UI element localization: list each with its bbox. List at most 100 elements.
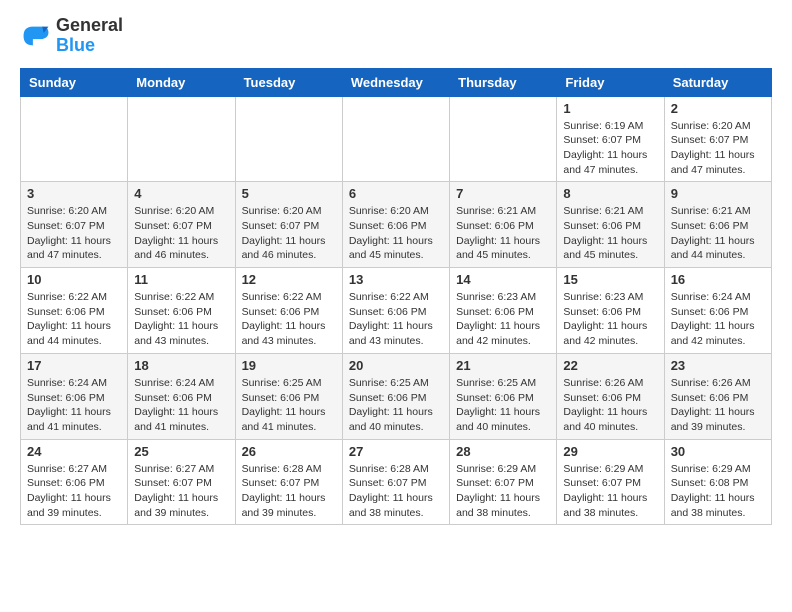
day-number: 17 — [27, 358, 121, 373]
calendar-cell: 24Sunrise: 6:27 AM Sunset: 6:06 PM Dayli… — [21, 439, 128, 525]
calendar-dow-sunday: Sunday — [21, 68, 128, 96]
day-info: Sunrise: 6:20 AM Sunset: 6:06 PM Dayligh… — [349, 204, 443, 263]
calendar-cell: 14 Sunrise: 6:23 AM Sunset: 6:06 PM Dayli… — [450, 268, 557, 354]
calendar-week-row: 17 Sunrise: 6:24 AM Sunset: 6:06 PM Dayli… — [21, 353, 772, 439]
calendar-cell: 15Sunrise: 6:23 AM Sunset: 6:06 PM Dayli… — [557, 268, 664, 354]
day-number: 23 — [671, 358, 765, 373]
calendar-cell: 12 Sunrise: 6:22 AM Sunset: 6:06 PM Dayli… — [235, 268, 342, 354]
day-number: 14 — [456, 272, 550, 287]
day-number: 30 — [671, 444, 765, 459]
day-number: 1 — [563, 101, 657, 116]
day-info: Sunrise: 6:19 AM Sunset: 6:07 PM Dayligh… — [563, 119, 657, 178]
calendar-cell: 10Sunrise: 6:22 AM Sunset: 6:06 PM Dayli… — [21, 268, 128, 354]
day-info: Sunrise: 6:21 AM Sunset: 6:06 PM Dayligh… — [671, 204, 765, 263]
day-number: 16 — [671, 272, 765, 287]
calendar-cell: 8 Sunrise: 6:21 AM Sunset: 6:06 PM Daylig… — [557, 182, 664, 268]
day-info: Sunrise: 6:20 AM Sunset: 6:07 PM Dayligh… — [27, 204, 121, 263]
day-number: 21 — [456, 358, 550, 373]
day-number: 10 — [27, 272, 121, 287]
calendar-cell — [450, 96, 557, 182]
calendar-dow-friday: Friday — [557, 68, 664, 96]
day-info: Sunrise: 6:21 AM Sunset: 6:06 PM Dayligh… — [456, 204, 550, 263]
day-info: Sunrise: 6:24 AM Sunset: 6:06 PM Dayligh… — [134, 376, 228, 435]
calendar-cell: 29Sunrise: 6:29 AM Sunset: 6:07 PM Dayli… — [557, 439, 664, 525]
calendar-dow-saturday: Saturday — [664, 68, 771, 96]
calendar-cell: 1 Sunrise: 6:19 AM Sunset: 6:07 PM Daylig… — [557, 96, 664, 182]
day-info: Sunrise: 6:29 AM Sunset: 6:07 PM Dayligh… — [563, 462, 657, 521]
day-info: Sunrise: 6:26 AM Sunset: 6:06 PM Dayligh… — [563, 376, 657, 435]
day-number: 13 — [349, 272, 443, 287]
calendar-cell: 25 Sunrise: 6:27 AM Sunset: 6:07 PM Dayli… — [128, 439, 235, 525]
day-info: Sunrise: 6:27 AM Sunset: 6:07 PM Dayligh… — [134, 462, 228, 521]
logo-line2: Blue — [56, 35, 95, 55]
calendar-cell: 13 Sunrise: 6:22 AM Sunset: 6:06 PM Dayli… — [342, 268, 449, 354]
logo: General Blue — [20, 16, 123, 56]
day-info: Sunrise: 6:23 AM Sunset: 6:06 PM Dayligh… — [563, 290, 657, 349]
day-info: Sunrise: 6:28 AM Sunset: 6:07 PM Dayligh… — [349, 462, 443, 521]
day-number: 25 — [134, 444, 228, 459]
calendar-week-row: 3 Sunrise: 6:20 AM Sunset: 6:07 PM Daylig… — [21, 182, 772, 268]
day-info: Sunrise: 6:23 AM Sunset: 6:06 PM Dayligh… — [456, 290, 550, 349]
logo-line1: General — [56, 16, 123, 36]
day-info: Sunrise: 6:20 AM Sunset: 6:07 PM Dayligh… — [134, 204, 228, 263]
calendar-cell: 2Sunrise: 6:20 AM Sunset: 6:07 PM Daylig… — [664, 96, 771, 182]
calendar-cell: 9 Sunrise: 6:21 AM Sunset: 6:06 PM Daylig… — [664, 182, 771, 268]
day-number: 9 — [671, 186, 765, 201]
calendar-week-row: 10 Sunrise: 6:22 AM Sunset: 6:06 PM Dayli… — [21, 268, 772, 354]
calendar-cell: 28Sunrise: 6:29 AM Sunset: 6:07 PM Dayli… — [450, 439, 557, 525]
calendar-cell: 16Sunrise: 6:24 AM Sunset: 6:06 PM Dayli… — [664, 268, 771, 354]
calendar-week-row: 1 Sunrise: 6:19 AM Sunset: 6:07 PM Daylig… — [21, 96, 772, 182]
logo-text: General Blue — [56, 16, 123, 56]
calendar-cell — [342, 96, 449, 182]
header: General Blue — [20, 16, 772, 56]
calendar-cell: 21 Sunrise: 6:25 AM Sunset: 6:06 PM Dayli… — [450, 353, 557, 439]
calendar-cell: 18Sunrise: 6:24 AM Sunset: 6:06 PM Dayli… — [128, 353, 235, 439]
day-number: 26 — [242, 444, 336, 459]
day-number: 28 — [456, 444, 550, 459]
day-number: 5 — [242, 186, 336, 201]
day-number: 24 — [27, 444, 121, 459]
day-info: Sunrise: 6:22 AM Sunset: 6:06 PM Dayligh… — [134, 290, 228, 349]
day-info: Sunrise: 6:22 AM Sunset: 6:06 PM Dayligh… — [349, 290, 443, 349]
calendar-cell: 5 Sunrise: 6:20 AM Sunset: 6:07 PM Daylig… — [235, 182, 342, 268]
calendar-dow-tuesday: Tuesday — [235, 68, 342, 96]
calendar-cell: 27Sunrise: 6:28 AM Sunset: 6:07 PM Dayli… — [342, 439, 449, 525]
calendar-cell: 6 Sunrise: 6:20 AM Sunset: 6:06 PM Daylig… — [342, 182, 449, 268]
day-number: 12 — [242, 272, 336, 287]
day-number: 11 — [134, 272, 228, 287]
calendar-cell — [21, 96, 128, 182]
calendar-dow-wednesday: Wednesday — [342, 68, 449, 96]
calendar-table: SundayMondayTuesdayWednesdayThursdayFrid… — [20, 68, 772, 526]
calendar-cell — [128, 96, 235, 182]
calendar-cell: 23Sunrise: 6:26 AM Sunset: 6:06 PM Dayli… — [664, 353, 771, 439]
day-info: Sunrise: 6:22 AM Sunset: 6:06 PM Dayligh… — [242, 290, 336, 349]
calendar-dow-thursday: Thursday — [450, 68, 557, 96]
calendar-cell — [235, 96, 342, 182]
calendar-cell: 11 Sunrise: 6:22 AM Sunset: 6:06 PM Dayli… — [128, 268, 235, 354]
day-number: 20 — [349, 358, 443, 373]
calendar-cell: 22 Sunrise: 6:26 AM Sunset: 6:06 PM Dayli… — [557, 353, 664, 439]
calendar-cell: 4 Sunrise: 6:20 AM Sunset: 6:07 PM Daylig… — [128, 182, 235, 268]
day-number: 7 — [456, 186, 550, 201]
day-number: 3 — [27, 186, 121, 201]
day-number: 8 — [563, 186, 657, 201]
calendar-dow-monday: Monday — [128, 68, 235, 96]
calendar-cell: 26Sunrise: 6:28 AM Sunset: 6:07 PM Dayli… — [235, 439, 342, 525]
calendar-cell: 19Sunrise: 6:25 AM Sunset: 6:06 PM Dayli… — [235, 353, 342, 439]
day-number: 22 — [563, 358, 657, 373]
day-info: Sunrise: 6:20 AM Sunset: 6:07 PM Dayligh… — [671, 119, 765, 178]
day-number: 6 — [349, 186, 443, 201]
calendar-week-row: 24Sunrise: 6:27 AM Sunset: 6:06 PM Dayli… — [21, 439, 772, 525]
calendar-cell: 20 Sunrise: 6:25 AM Sunset: 6:06 PM Dayli… — [342, 353, 449, 439]
day-info: Sunrise: 6:25 AM Sunset: 6:06 PM Dayligh… — [242, 376, 336, 435]
calendar-cell: 7 Sunrise: 6:21 AM Sunset: 6:06 PM Daylig… — [450, 182, 557, 268]
day-info: Sunrise: 6:21 AM Sunset: 6:06 PM Dayligh… — [563, 204, 657, 263]
day-info: Sunrise: 6:25 AM Sunset: 6:06 PM Dayligh… — [349, 376, 443, 435]
day-number: 4 — [134, 186, 228, 201]
day-info: Sunrise: 6:25 AM Sunset: 6:06 PM Dayligh… — [456, 376, 550, 435]
day-info: Sunrise: 6:20 AM Sunset: 6:07 PM Dayligh… — [242, 204, 336, 263]
calendar-cell: 3 Sunrise: 6:20 AM Sunset: 6:07 PM Daylig… — [21, 182, 128, 268]
logo-icon — [20, 22, 52, 50]
calendar-cell: 30Sunrise: 6:29 AM Sunset: 6:08 PM Dayli… — [664, 439, 771, 525]
page: General Blue SundayMondayTuesdayWednesda… — [0, 0, 792, 541]
